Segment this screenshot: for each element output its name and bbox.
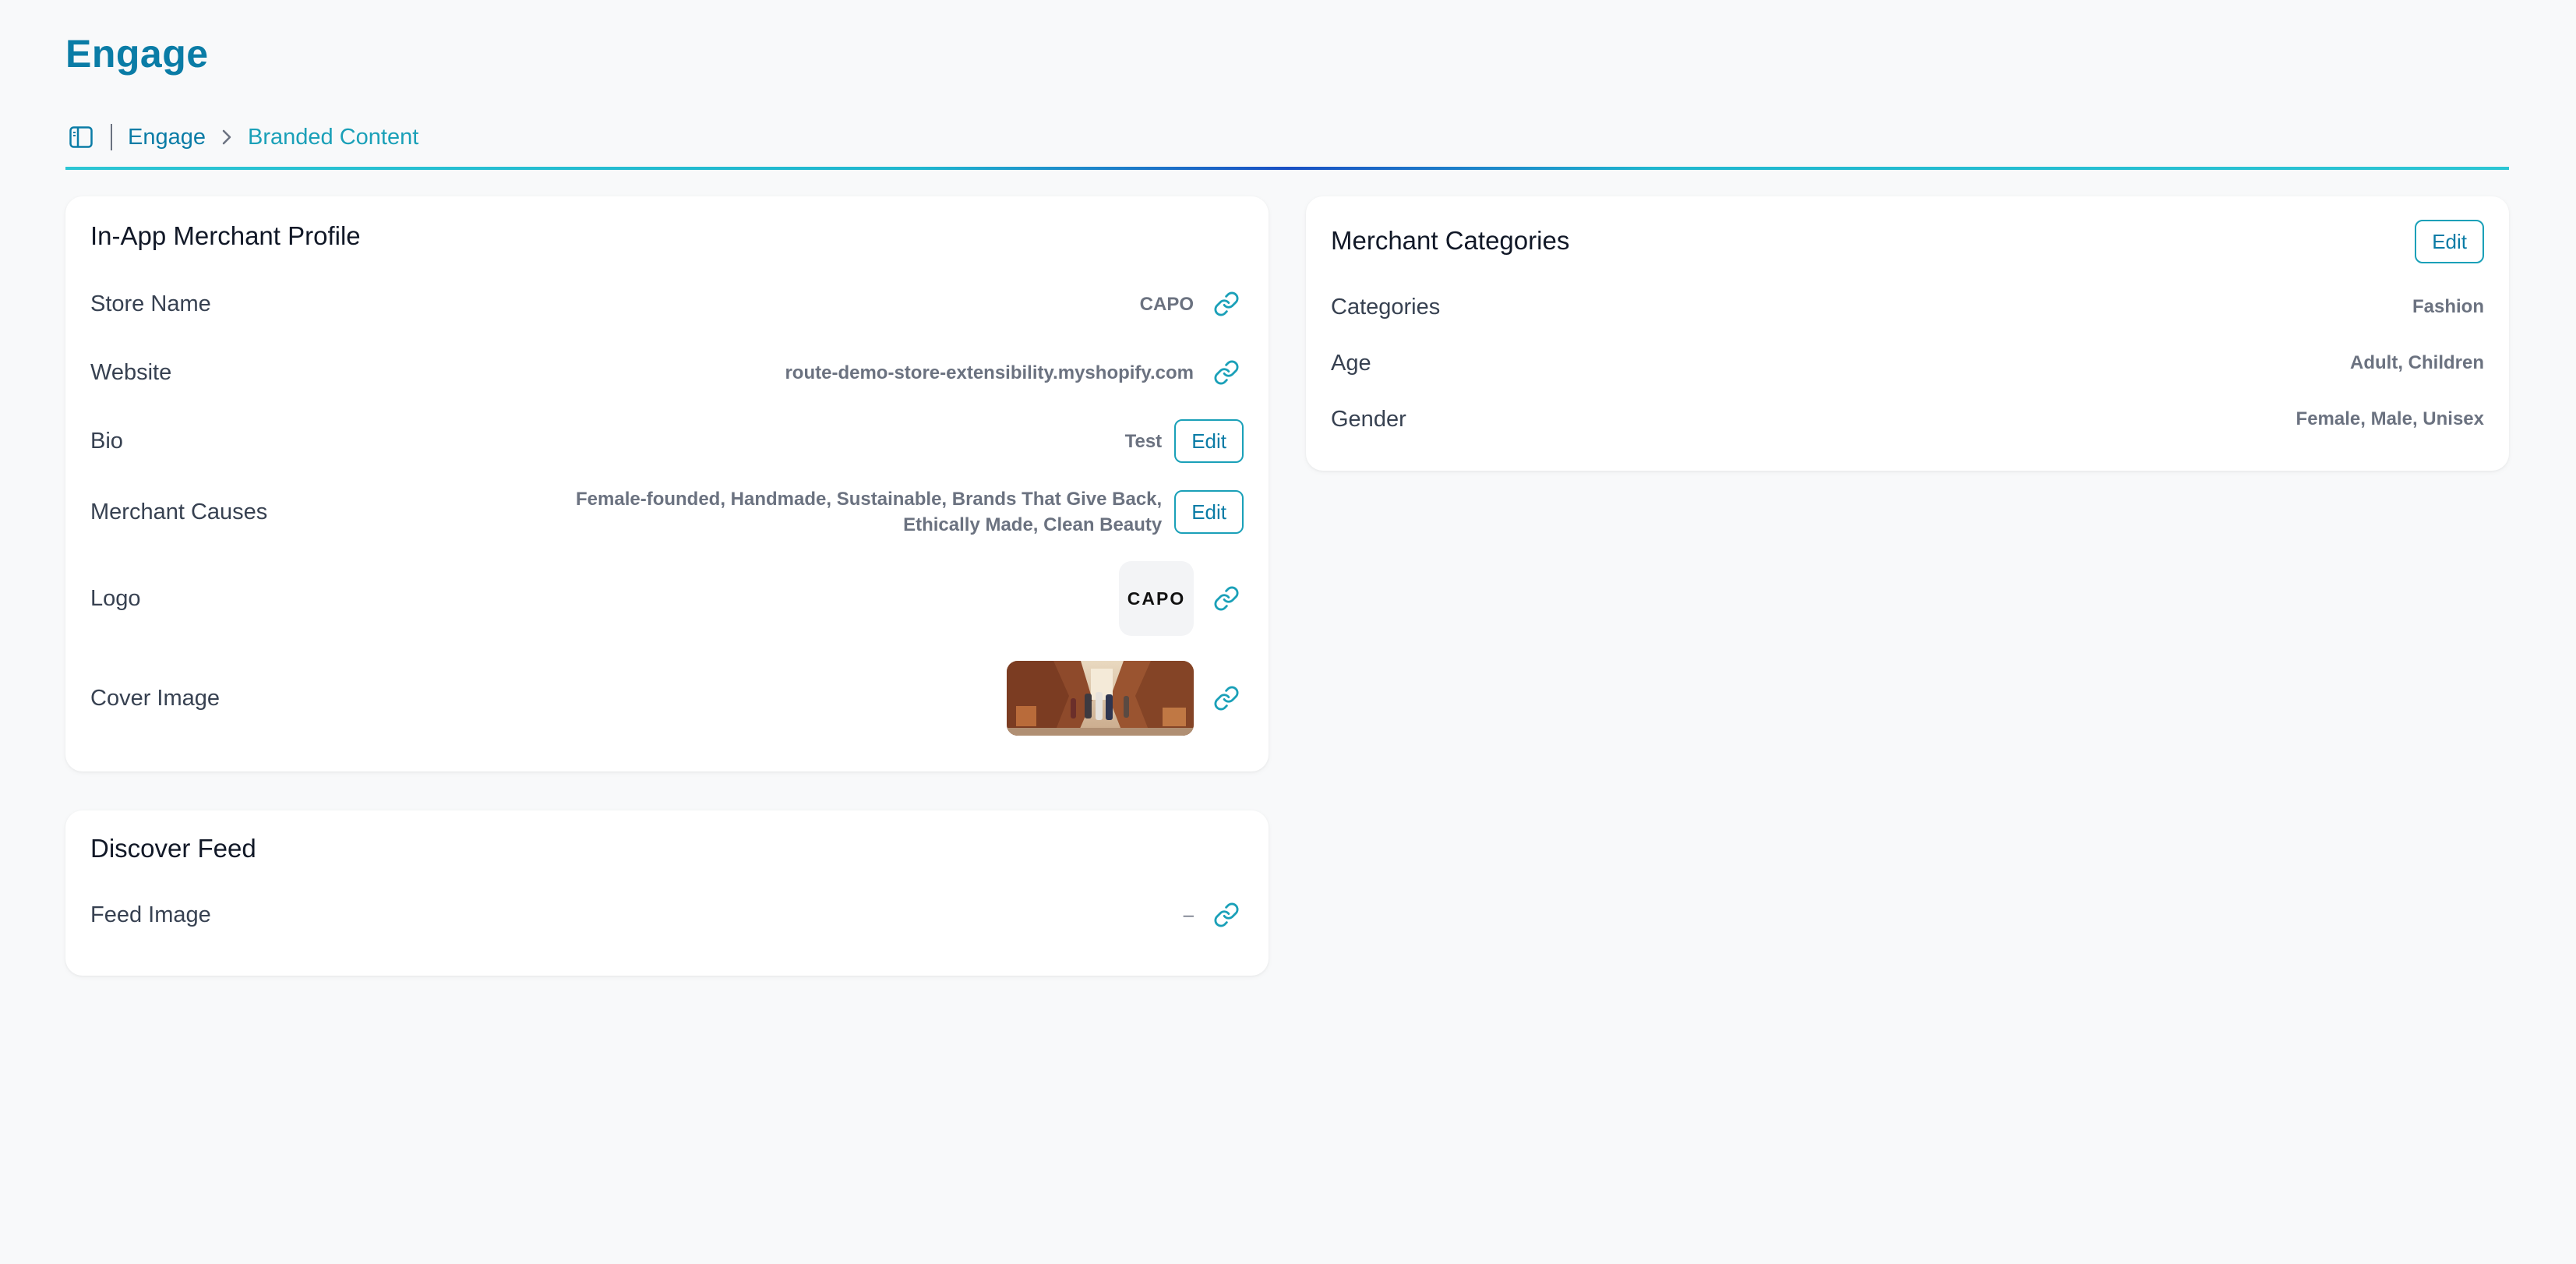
age-label: Age — [1331, 350, 1371, 376]
breadcrumb-item-branded-content[interactable]: Branded Content — [248, 125, 418, 150]
merchant-categories-card: Merchant Categories Edit Categories Fash… — [1306, 196, 2509, 471]
feed-image-value: – — [1183, 904, 1194, 926]
feed-image-label: Feed Image — [90, 902, 211, 927]
logo-link-icon[interactable] — [1209, 581, 1244, 616]
discover-feed-title: Discover Feed — [90, 834, 256, 863]
sidebar-toggle-icon[interactable] — [65, 122, 97, 153]
gender-row: Gender Female, Male, Unisex — [1331, 397, 2484, 441]
cover-image-thumbnail — [1007, 661, 1194, 736]
store-name-label: Store Name — [90, 291, 211, 316]
logo-row: Logo CAPO — [90, 560, 1244, 637]
merchant-causes-label: Merchant Causes — [90, 499, 268, 524]
website-value: route-demo-store-extensibility.myshopify… — [785, 362, 1194, 383]
cover-image-label: Cover Image — [90, 685, 221, 711]
website-label: Website — [90, 359, 172, 385]
breadcrumb: Engage Branded Content — [65, 118, 418, 156]
website-link-icon[interactable] — [1209, 355, 1244, 390]
merchant-causes-row: Merchant Causes Female-founded, Handmade… — [90, 482, 1244, 542]
discover-feed-card: Discover Feed Feed Image – — [65, 810, 1269, 976]
age-value: Adult, Children — [2350, 352, 2484, 373]
merchant-categories-title: Merchant Categories — [1331, 226, 1570, 255]
cover-image-link-icon[interactable] — [1209, 681, 1244, 715]
merchant-logo: CAPO — [1119, 561, 1194, 636]
store-name-value: CAPO — [1139, 293, 1194, 315]
gender-value: Female, Male, Unisex — [2295, 408, 2484, 429]
bio-edit-button[interactable]: Edit — [1174, 419, 1244, 463]
merchant-causes-value-line1: Female-founded, Handmade, Sustainable, B… — [576, 489, 1163, 510]
store-name-row: Store Name CAPO — [90, 281, 1244, 327]
categories-label: Categories — [1331, 294, 1441, 320]
merchant-causes-value-line2: Ethically Made, Clean Beauty — [903, 514, 1163, 535]
page: Engage Engage Branded Content In-App Mer… — [0, 0, 2576, 1264]
feed-image-link-icon[interactable] — [1209, 898, 1244, 932]
website-row: Website route-demo-store-extensibility.m… — [90, 349, 1244, 396]
store-name-link-icon[interactable] — [1209, 287, 1244, 321]
categories-value: Fashion — [2412, 296, 2484, 317]
bio-label: Bio — [90, 428, 123, 454]
categories-row: Categories Fashion — [1331, 285, 2484, 329]
logo-label: Logo — [90, 585, 141, 611]
chevron-right-icon — [221, 129, 232, 146]
page-title: Engage — [65, 32, 209, 76]
bio-row: Bio Test Edit — [90, 416, 1244, 466]
merchant-categories-edit-button[interactable]: Edit — [2415, 220, 2484, 263]
header-divider — [65, 167, 2509, 170]
gender-label: Gender — [1331, 406, 1406, 432]
breadcrumb-item-engage[interactable]: Engage — [128, 125, 206, 150]
merchant-profile-card: In-App Merchant Profile Store Name CAPO … — [65, 196, 1269, 771]
bio-value: Test — [1124, 430, 1163, 452]
cover-image-row: Cover Image — [90, 659, 1244, 737]
feed-image-row: Feed Image – — [90, 892, 1244, 938]
merchant-causes-edit-button[interactable]: Edit — [1174, 490, 1244, 534]
merchant-causes-value: Female-founded, Handmade, Sustainable, B… — [576, 486, 1162, 538]
breadcrumb-divider — [111, 124, 112, 150]
age-row: Age Adult, Children — [1331, 341, 2484, 385]
merchant-profile-title: In-App Merchant Profile — [90, 221, 361, 250]
